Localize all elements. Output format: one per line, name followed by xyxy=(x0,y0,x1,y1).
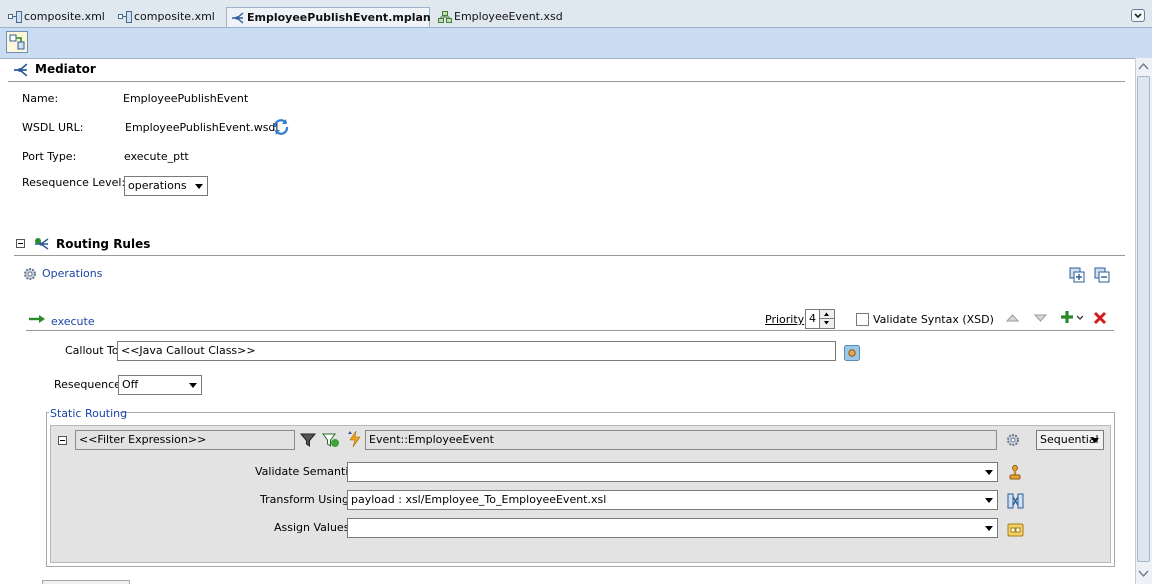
name-value: EmployeePublishEvent xyxy=(123,92,249,105)
collapse-all-icon[interactable] xyxy=(1093,266,1111,284)
mediator-icon xyxy=(232,12,244,24)
chevron-down-icon xyxy=(1091,438,1099,443)
chevron-down-icon xyxy=(985,498,993,503)
add-rule-icon[interactable] xyxy=(1060,310,1084,326)
editor-toolbar xyxy=(0,28,1152,59)
callout-to-label: Callout To xyxy=(65,344,119,357)
execution-type-select[interactable]: Sequential xyxy=(1036,430,1104,450)
section-divider xyxy=(26,330,1114,331)
refresh-wsdl-icon[interactable] xyxy=(272,118,290,136)
resequence-level-label: Resequence Level: xyxy=(22,176,126,189)
priority-label: Priority xyxy=(765,313,805,326)
composite-icon xyxy=(8,11,22,23)
scroll-down-icon[interactable] xyxy=(1138,570,1149,578)
assign-values-select[interactable] xyxy=(347,518,998,538)
operations-label: Operations xyxy=(42,267,103,280)
tab-composite-xml-2[interactable]: composite.xml xyxy=(114,7,224,27)
priority-spinner[interactable]: 4 xyxy=(805,309,835,329)
event-target-value: Event::EmployeeEvent xyxy=(369,433,494,446)
tab-list-dropdown-button[interactable] xyxy=(1131,9,1145,22)
clear-filter-icon[interactable] xyxy=(322,432,340,448)
generate-button[interactable] xyxy=(6,31,28,53)
group-border xyxy=(46,412,49,413)
tab-label: EmployeeEvent.xsd xyxy=(454,10,563,23)
chevron-down-icon xyxy=(824,321,829,325)
bottom-tab-stub xyxy=(42,580,130,584)
section-divider xyxy=(8,81,1125,82)
composite-icon xyxy=(118,11,132,23)
validate-semantic-label: Validate Semantic xyxy=(255,465,355,478)
tab-employee-event-xsd[interactable]: EmployeeEvent.xsd xyxy=(434,7,563,27)
transform-using-label: Transform Using xyxy=(260,493,350,506)
move-down-icon[interactable] xyxy=(1034,313,1047,323)
priority-decrement-button[interactable] xyxy=(819,319,834,328)
tab-label: composite.xml xyxy=(134,10,215,23)
tab-composite-xml-1[interactable]: composite.xml xyxy=(4,7,112,27)
execution-type-value: Sequential xyxy=(1040,433,1099,446)
group-border xyxy=(120,412,1115,413)
gear-icon[interactable] xyxy=(1006,433,1020,447)
routing-rules-title: Routing Rules xyxy=(56,237,151,251)
event-target-field[interactable]: Event::EmployeeEvent xyxy=(365,430,997,450)
chevron-up-icon xyxy=(824,312,829,316)
mediator-title: Mediator xyxy=(35,62,96,76)
collapse-route-toggle[interactable] xyxy=(58,436,67,445)
filter-expression-value: <<Filter Expression>> xyxy=(79,433,207,446)
assign-values-label: Assign Values xyxy=(274,521,350,534)
wsdl-url-label: WSDL URL: xyxy=(22,121,84,134)
route-generate-icon xyxy=(9,34,25,50)
callout-to-value: <<Java Callout Class>> xyxy=(121,344,256,357)
gear-icon xyxy=(24,268,36,280)
event-icon xyxy=(348,430,361,448)
chevron-down-icon xyxy=(195,184,203,189)
chevron-down-icon xyxy=(189,383,197,388)
resequence-select[interactable]: Off xyxy=(118,375,202,395)
expand-all-icon[interactable] xyxy=(1068,266,1086,284)
validate-syntax-checkbox[interactable] xyxy=(856,313,869,326)
filter-icon[interactable] xyxy=(300,432,316,448)
move-up-icon[interactable] xyxy=(1006,313,1019,323)
browse-callout-icon[interactable] xyxy=(844,345,860,361)
section-divider xyxy=(14,255,1125,256)
transformation-map-icon[interactable] xyxy=(1007,493,1024,509)
mediator-icon xyxy=(14,63,28,77)
validation-stamp-icon[interactable] xyxy=(1008,464,1022,482)
collapse-routing-rules-toggle[interactable] xyxy=(16,239,25,248)
validate-semantic-select[interactable] xyxy=(347,462,998,482)
transform-using-select[interactable]: payload : xsl/Employee_To_EmployeeEvent.… xyxy=(347,490,998,510)
schema-icon xyxy=(438,11,452,23)
routing-rules-icon xyxy=(35,238,49,250)
operation-execute-link[interactable]: execute xyxy=(51,315,95,328)
transform-using-value: payload : xsl/Employee_To_EmployeeEvent.… xyxy=(351,493,607,506)
port-type-label: Port Type: xyxy=(22,150,77,163)
chevron-down-icon xyxy=(1134,13,1142,19)
tab-label: EmployeePublishEvent.mplan xyxy=(247,11,431,24)
validate-syntax-label: Validate Syntax (XSD) xyxy=(873,313,994,326)
scroll-up-icon[interactable] xyxy=(1138,62,1149,70)
resequence-level-select[interactable]: operations xyxy=(124,176,208,196)
port-type-value: execute_ptt xyxy=(124,150,189,163)
scrollbar-thumb[interactable] xyxy=(1137,76,1150,562)
tab-employee-publish-event-mplan[interactable]: EmployeePublishEvent.mplan xyxy=(226,7,431,27)
resequence-level-value: operations xyxy=(128,179,187,192)
wsdl-url-value: EmployeePublishEvent.wsdl xyxy=(125,121,279,134)
resequence-value: Off xyxy=(122,378,139,391)
callout-to-field[interactable]: <<Java Callout Class>> xyxy=(117,341,836,361)
tab-label: composite.xml xyxy=(24,10,105,23)
name-label: Name: xyxy=(22,92,59,105)
assign-values-icon[interactable] xyxy=(1007,522,1024,538)
resequence-label: Resequence xyxy=(54,378,121,391)
arrow-right-icon xyxy=(29,315,45,323)
chevron-down-icon xyxy=(985,470,993,475)
filter-expression-field[interactable]: <<Filter Expression>> xyxy=(75,430,295,450)
priority-value: 4 xyxy=(809,312,816,325)
priority-increment-button[interactable] xyxy=(819,310,834,319)
chevron-down-icon xyxy=(985,526,993,531)
static-routing-label: Static Routing xyxy=(50,407,128,420)
delete-rule-icon[interactable] xyxy=(1093,311,1107,325)
